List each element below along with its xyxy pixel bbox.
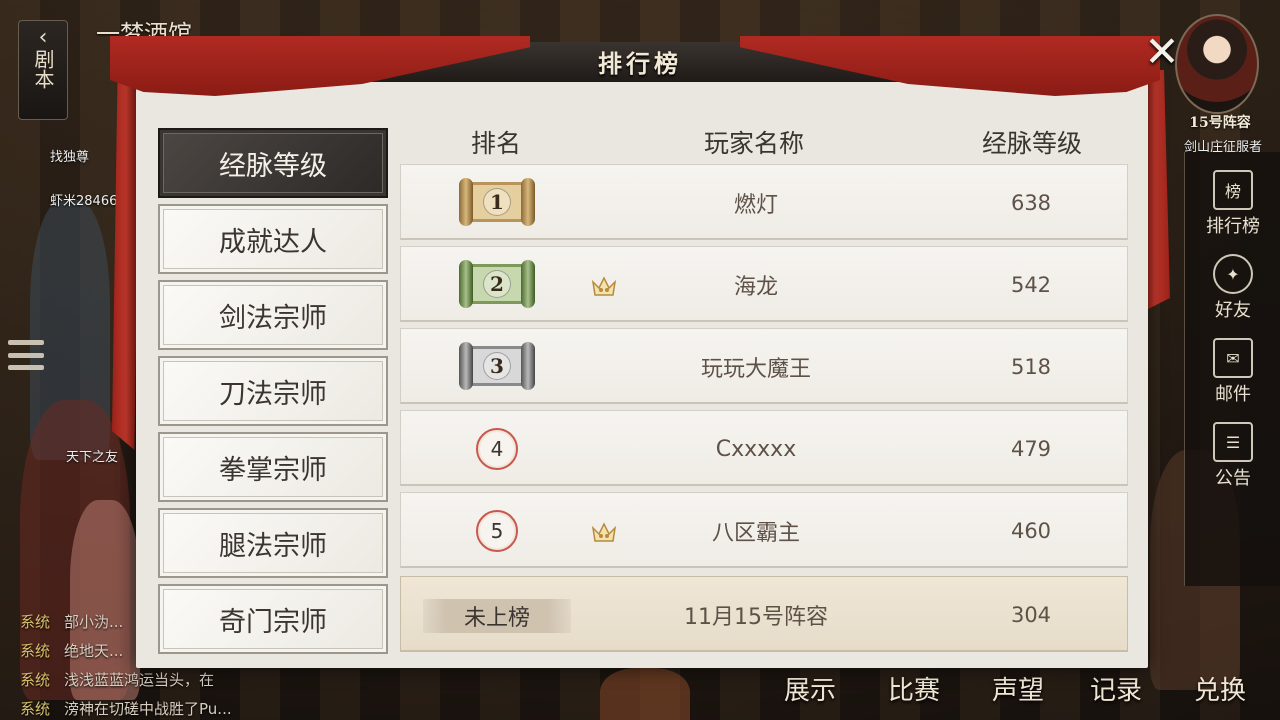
player-avatar[interactable] [1175,14,1259,114]
my-rank-row: 未上榜 11月15号阵容 304 [400,576,1128,652]
bottom-menu-match[interactable]: 比赛 [888,670,940,716]
rank-3-scroll-badge: 3 [459,340,535,392]
tab-blade-master[interactable]: 刀法宗师 [158,356,388,426]
chat-line: 系统 滂神在切磋中战胜了Pu... [20,700,232,718]
player-score: 542 [1010,273,1052,297]
side-friends-button[interactable]: ✦ 好友 [1185,244,1280,328]
player-score: 479 [1010,437,1052,461]
rank-1-scroll-badge: 1 [459,176,535,228]
back-label: 剧本 [31,49,55,89]
side-item-label: 公告 [1215,468,1251,489]
bottom-menu-reputation[interactable]: 声望 [992,670,1044,716]
my-player-name: 11月15号阵容 [684,605,828,630]
table-row[interactable]: 3 玩玩大魔王 518 [400,328,1128,404]
hamburger-menu-icon[interactable] [8,340,44,370]
npc-label: 天下之友 [66,450,119,465]
bottom-menu-show[interactable]: 展示 [784,670,836,716]
npc-label: 找独尊 [50,150,90,165]
table-row[interactable]: 4 Cxxxxx 479 [400,410,1128,486]
my-player-score: 304 [1010,603,1052,627]
side-menu: 榜 排行榜 ✦ 好友 ✉ 邮件 ☰ 公告 [1184,152,1280,586]
panel-title: 排行榜 [598,49,682,78]
bottom-menu-exchange[interactable]: 兑换 [1194,670,1246,716]
announcement-icon: ☰ [1213,422,1253,462]
header-score: 经脉等级 [981,129,1082,158]
side-item-label: 排行榜 [1206,216,1260,237]
rank-2-scroll-badge: 2 [459,258,535,310]
side-announcement-button[interactable]: ☰ 公告 [1185,412,1280,496]
close-icon[interactable]: ✕ [1140,30,1184,74]
mail-icon: ✉ [1213,338,1253,378]
tab-sword-master[interactable]: 剑法宗师 [158,280,388,350]
side-item-label: 邮件 [1215,384,1251,405]
table-row[interactable]: 2 海龙 542 [400,246,1128,322]
bottom-menu-records[interactable]: 记录 [1090,670,1142,716]
side-ranking-button[interactable]: 榜 排行榜 [1185,160,1280,244]
npc-label: 虾米28466 [50,194,118,209]
player-name: Cxxxxx [715,436,797,462]
header-rank: 排名 [470,129,521,158]
header-player-name: 玩家名称 [703,129,804,158]
rank-circle-badge: 4 [476,428,518,470]
unranked-label: 未上榜 [423,599,571,633]
table-row[interactable]: 1 燃灯 638 [400,164,1128,240]
tab-exotic-master[interactable]: 奇门宗师 [158,584,388,654]
player-score: 518 [1010,355,1052,379]
back-to-script-button[interactable]: ‹ 剧本 [18,20,68,120]
avatar-label: 15号阵容 [1189,115,1251,131]
tab-achievement[interactable]: 成就达人 [158,204,388,274]
tab-meridian-level[interactable]: 经脉等级 [158,128,388,198]
tab-fist-master[interactable]: 拳掌宗师 [158,432,388,502]
player-name: 八区霸主 [711,521,800,546]
player-score: 638 [1010,191,1052,215]
side-mail-button[interactable]: ✉ 邮件 [1185,328,1280,412]
player-name: 燃灯 [733,193,778,218]
player-name: 海龙 [733,275,778,300]
side-item-label: 好友 [1215,300,1251,321]
rank-circle-badge: 5 [476,510,518,552]
tab-kick-master[interactable]: 腿法宗师 [158,508,388,578]
player-name: 玩玩大魔王 [700,357,811,382]
player-score: 460 [1010,519,1052,543]
chevron-left-icon: ‹ [38,25,48,50]
friends-icon: ✦ [1213,254,1253,294]
table-row[interactable]: 5 八区霸主 460 [400,492,1128,568]
chat-line: 系统 浅浅蓝蓝鸿运当头，在 [20,671,215,689]
scene-character [600,668,690,720]
ranking-board-icon: 榜 [1213,170,1253,210]
